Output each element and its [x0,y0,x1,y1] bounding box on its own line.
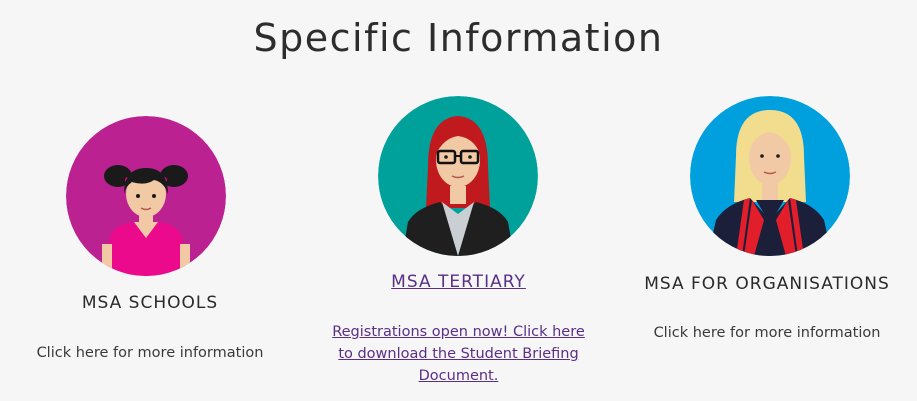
card-description-msa-for-organisations[interactable]: Click here for more information [617,322,917,344]
card-description-msa-tertiary[interactable]: Registrations open now! Click here to do… [330,321,587,387]
card-description-msa-schools[interactable]: Click here for more information [0,342,300,364]
schoolgirl-avatar-icon[interactable] [66,116,226,276]
card-msa-for-organisations: MSA FOR ORGANISATIONS Click here for mor… [617,0,917,401]
card-title-msa-tertiary[interactable]: MSA TERTIARY [300,272,617,292]
card-title-msa-schools[interactable]: MSA SCHOOLS [0,293,300,313]
student-woman-avatar-icon[interactable] [378,96,538,256]
card-msa-tertiary: MSA TERTIARY Registrations open now! Cli… [300,0,617,401]
card-msa-schools: MSA SCHOOLS Click here for more informat… [0,0,300,401]
businesswoman-avatar-icon[interactable] [690,96,850,256]
card-title-msa-for-organisations[interactable]: MSA FOR ORGANISATIONS [617,274,917,294]
